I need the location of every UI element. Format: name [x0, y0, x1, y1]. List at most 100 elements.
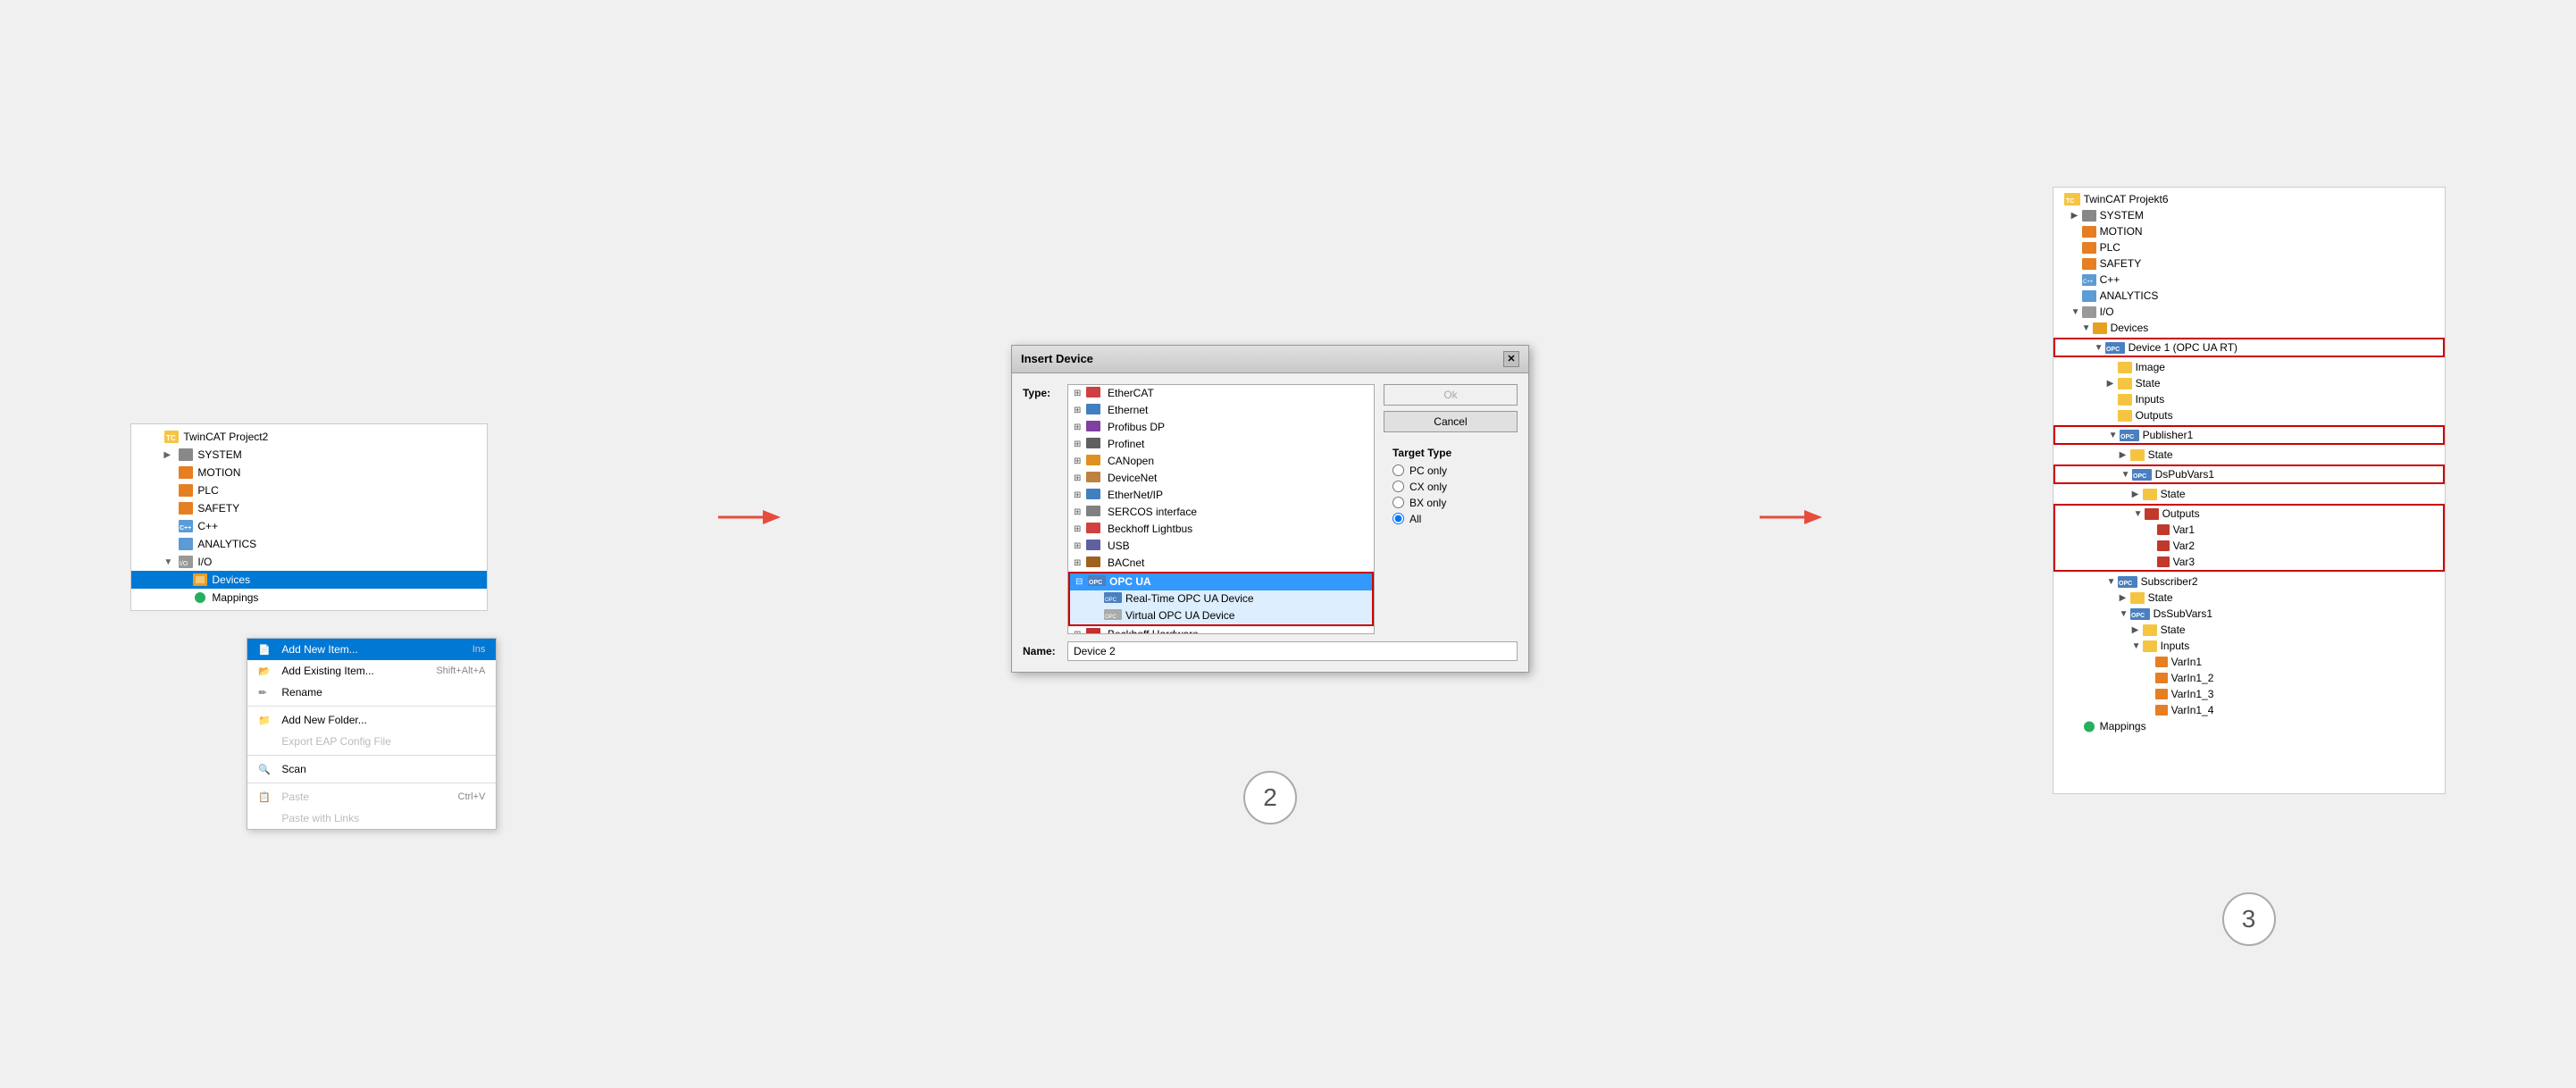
device-type-rt-opc-ua[interactable]: OPC Real-Time OPC UA Device: [1070, 590, 1372, 607]
svg-text:TC: TC: [166, 434, 176, 442]
expand-icon: ▶: [2132, 625, 2143, 635]
rt-inputs-ds[interactable]: ▼ Inputs: [2053, 638, 2445, 654]
rt-devices[interactable]: ▼ Devices: [2053, 320, 2445, 336]
device-type-profibus[interactable]: ⊞ Profibus DP: [1068, 419, 1374, 436]
ctx-add-new-item[interactable]: 📄 Add New Item... Ins: [247, 639, 496, 660]
rt-system[interactable]: ▶ SYSTEM: [2053, 207, 2445, 223]
device-label: SERCOS interface: [1108, 506, 1197, 518]
device-type-beckhoff-hw[interactable]: ⊞ Beckhoff Hardware: [1068, 626, 1374, 634]
rt-state-pub[interactable]: ▶ State: [2053, 447, 2445, 463]
device-type-ethernet-ip[interactable]: ⊞ EtherNet/IP: [1068, 487, 1374, 504]
rt-outputs-ds[interactable]: ▼ Outputs: [2055, 506, 2443, 522]
cancel-button[interactable]: Cancel: [1384, 411, 1518, 432]
rt-safety[interactable]: SAFETY: [2053, 255, 2445, 272]
device-name-input[interactable]: [1067, 641, 1518, 661]
device-type-ethernet[interactable]: ⊞ Ethernet: [1068, 402, 1374, 419]
device-type-canopen[interactable]: ⊞ CANopen: [1068, 453, 1374, 470]
tree-label: PLC: [197, 484, 218, 497]
radio-input[interactable]: [1393, 464, 1404, 476]
rt-device1[interactable]: ▼ OPC Device 1 (OPC UA RT): [2055, 339, 2443, 356]
tree-item-io[interactable]: ▼ I/O I/O: [131, 553, 487, 571]
tree-item-root[interactable]: TC TwinCAT Project2: [131, 428, 487, 446]
rt-outputs-1[interactable]: Outputs: [2053, 407, 2445, 423]
rt-dssubvars1[interactable]: ▼ OPC DsSubVars1: [2053, 606, 2445, 622]
device-type-devicenet[interactable]: ⊞ DeviceNet: [1068, 470, 1374, 487]
panel-2: Insert Device ✕ Type: ⊞ EtherCAT ⊞: [1011, 345, 1529, 673]
rt-label: Devices: [2111, 322, 2149, 334]
rt-var1[interactable]: Var1: [2055, 522, 2443, 538]
ctx-add-existing-item[interactable]: 📂 Add Existing Item... Shift+Alt+A: [247, 660, 496, 682]
device-type-virtual-opc-ua[interactable]: OPC Virtual OPC UA Device: [1070, 607, 1372, 624]
tree-item-plc[interactable]: PLC: [131, 481, 487, 499]
rt-var3[interactable]: Var3: [2055, 554, 2443, 570]
svg-text:OPC: OPC: [2133, 473, 2146, 480]
rt-varin1[interactable]: VarIn1: [2053, 654, 2445, 670]
separator: [247, 755, 496, 756]
rt-state-sub2[interactable]: ▶ State: [2053, 590, 2445, 606]
rt-mappings[interactable]: Mappings: [2053, 718, 2445, 734]
radio-all[interactable]: All: [1393, 513, 1518, 525]
rt-label: SYSTEM: [2100, 209, 2144, 222]
radio-label: PC only: [1409, 464, 1447, 477]
device-type-opc-ua[interactable]: ⊟ OPC OPC UA: [1070, 573, 1372, 590]
rt-varin1-4[interactable]: VarIn1_4: [2053, 702, 2445, 718]
device-label: CANopen: [1108, 455, 1154, 467]
ok-button[interactable]: Ok: [1384, 384, 1518, 406]
rt-inputs-1[interactable]: Inputs: [2053, 391, 2445, 407]
radio-input[interactable]: [1393, 513, 1404, 524]
rt-root[interactable]: TC TwinCAT Projekt6: [2053, 191, 2445, 207]
tree-item-devices[interactable]: Devices: [131, 571, 487, 589]
tree-item-mappings[interactable]: Mappings: [131, 589, 487, 607]
tree-item-motion[interactable]: MOTION: [131, 464, 487, 481]
step-2-label: 2: [1263, 783, 1277, 812]
tree-item-system[interactable]: ▶ SYSTEM: [131, 446, 487, 464]
device-type-profinet[interactable]: ⊞ Profinet: [1068, 436, 1374, 453]
arrow-2: [1755, 499, 1827, 535]
radio-pc-only[interactable]: PC only: [1393, 464, 1518, 477]
rt-io[interactable]: ▼ I/O: [2053, 304, 2445, 320]
ctx-scan[interactable]: 🔍 Scan: [247, 758, 496, 780]
expand-icon: ⊞: [1074, 389, 1086, 398]
expand-icon: ⊞: [1074, 456, 1086, 466]
rt-varin1-3[interactable]: VarIn1_3: [2053, 686, 2445, 702]
ctx-add-folder[interactable]: 📁 Add New Folder...: [247, 709, 496, 731]
device-type-sercos[interactable]: ⊞ SERCOS interface: [1068, 504, 1374, 521]
rt-label: VarIn1: [2171, 656, 2202, 668]
rt-varin1-2[interactable]: VarIn1_2: [2053, 670, 2445, 686]
tree-item-cpp[interactable]: C++ C++: [131, 517, 487, 535]
dialog-close-button[interactable]: ✕: [1503, 351, 1519, 367]
tree-label: ANALYTICS: [197, 538, 256, 550]
device-type-usb[interactable]: ⊞ USB: [1068, 538, 1374, 555]
rt-publisher1[interactable]: ▼ OPC Publisher1: [2055, 427, 2443, 443]
step-3-circle: 3: [2222, 892, 2276, 946]
rt-state-1[interactable]: ▶ State: [2053, 375, 2445, 391]
rt-subscriber2[interactable]: ▼ OPC Subscriber2: [2053, 573, 2445, 590]
rt-cpp[interactable]: C++ C++: [2053, 272, 2445, 288]
radio-input[interactable]: [1393, 497, 1404, 508]
expand-icon: ⊞: [1074, 406, 1086, 415]
device-type-list[interactable]: ⊞ EtherCAT ⊞ Ethernet ⊞ Profibus DP: [1067, 384, 1375, 634]
tree-item-safety[interactable]: SAFETY: [131, 499, 487, 517]
rt-analytics[interactable]: ANALYTICS: [2053, 288, 2445, 304]
tree-item-analytics[interactable]: ANALYTICS: [131, 535, 487, 553]
rt-state-dssub[interactable]: ▶ State: [2053, 622, 2445, 638]
rt-motion[interactable]: MOTION: [2053, 223, 2445, 239]
radio-cx-only[interactable]: CX only: [1393, 481, 1518, 493]
rt-state-ds[interactable]: ▶ State: [2053, 486, 2445, 502]
rt-var2[interactable]: Var2: [2055, 538, 2443, 554]
ctx-rename[interactable]: ✏ Rename: [247, 682, 496, 703]
radio-input[interactable]: [1393, 481, 1404, 492]
rt-image[interactable]: Image: [2053, 359, 2445, 375]
device-label: Beckhoff Lightbus: [1108, 523, 1192, 535]
usb-icon: [1086, 540, 1104, 553]
device-type-bacnet[interactable]: ⊞ BACnet: [1068, 555, 1374, 572]
device-type-lightbus[interactable]: ⊞ Beckhoff Lightbus: [1068, 521, 1374, 538]
ctx-export: Export EAP Config File: [247, 731, 496, 752]
cpp-icon: C++: [178, 519, 194, 533]
devicenet-icon: [1086, 472, 1104, 485]
device-type-ethercat[interactable]: ⊞ EtherCAT: [1068, 385, 1374, 402]
radio-bx-only[interactable]: BX only: [1393, 497, 1518, 509]
ethercat-icon: [1086, 387, 1104, 400]
rt-dspubvars1[interactable]: ▼ OPC DsPubVars1: [2055, 466, 2443, 482]
rt-plc[interactable]: PLC: [2053, 239, 2445, 255]
